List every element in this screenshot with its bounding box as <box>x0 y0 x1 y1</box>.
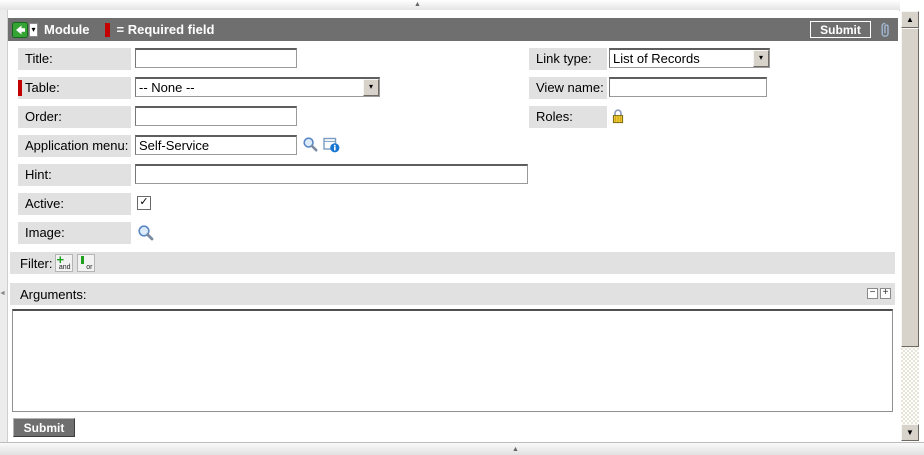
context-menu-caret-icon[interactable]: ▾ <box>29 23 38 37</box>
left-splitter[interactable]: ◄ <box>0 10 8 442</box>
submit-button-footer[interactable]: Submit <box>13 418 75 437</box>
attachment-paperclip-icon[interactable] <box>878 21 893 42</box>
filter-and-button[interactable]: + and <box>55 254 73 272</box>
label-application-menu: Application menu: <box>18 135 131 157</box>
table-select[interactable]: -- None -- ▾ <box>135 77 380 97</box>
application-menu-reference-icon[interactable] <box>323 136 340 156</box>
top-splitter-collapse-icon[interactable]: ▲ <box>414 1 421 8</box>
link-type-select[interactable]: List of Records ▾ <box>609 48 770 68</box>
label-image: Image: <box>18 222 131 244</box>
label-title: Title: <box>18 48 131 70</box>
or-label: or <box>86 264 92 271</box>
link-type-select-caret-icon[interactable]: ▾ <box>753 50 769 67</box>
form-title: Module <box>44 22 90 37</box>
bottom-splitter-collapse-icon[interactable]: ▲ <box>512 446 519 453</box>
app-window: ▲ ◄ ▲ ▲ ▼ ▾ Module = Required field Sub <box>0 0 924 455</box>
filter-bar: Filter: + and or <box>10 252 895 274</box>
filter-or-button[interactable]: or <box>77 254 95 272</box>
required-legend: = Required field <box>117 22 215 37</box>
back-icon[interactable] <box>12 22 28 38</box>
submit-button-header[interactable]: Submit <box>810 21 871 38</box>
form-header: ▾ Module = Required field Submit <box>8 18 898 41</box>
scroll-up-button[interactable]: ▲ <box>901 11 919 28</box>
roles-lock-icon[interactable] <box>611 108 625 127</box>
bottom-splitter[interactable]: ▲ <box>0 442 924 455</box>
active-checkbox[interactable]: ✓ <box>137 196 151 210</box>
collapse-icon[interactable]: − <box>867 288 878 299</box>
order-input[interactable] <box>135 106 297 126</box>
add-or-condition-icon <box>81 256 84 264</box>
table-select-value: -- None -- <box>136 80 363 95</box>
filter-label: Filter: <box>20 256 53 271</box>
required-marker <box>105 23 110 37</box>
image-search-icon[interactable] <box>137 224 155 245</box>
label-view-name: View name: <box>529 77 607 99</box>
label-order: Order: <box>18 106 131 128</box>
hint-input[interactable] <box>135 164 528 184</box>
scroll-down-button[interactable]: ▼ <box>901 424 919 441</box>
table-select-caret-icon[interactable]: ▾ <box>363 79 379 96</box>
required-field-marker <box>18 80 22 96</box>
scrollbar-thumb[interactable] <box>901 28 919 347</box>
form-pane: ▾ Module = Required field Submit Title: … <box>8 10 899 442</box>
label-link-type: Link type: <box>529 48 607 70</box>
arguments-textarea[interactable] <box>12 309 893 412</box>
arguments-header-bar: Arguments: − + <box>10 283 895 305</box>
title-input[interactable] <box>135 48 297 68</box>
label-table-text: Table: <box>25 80 60 95</box>
label-active: Active: <box>18 193 131 215</box>
label-roles: Roles: <box>529 106 607 128</box>
vertical-scrollbar[interactable]: ▲ ▼ <box>901 11 919 441</box>
link-type-select-value: List of Records <box>610 51 753 66</box>
label-hint: Hint: <box>18 164 131 186</box>
and-label: and <box>59 264 71 271</box>
application-menu-search-icon[interactable] <box>302 136 319 156</box>
arguments-label: Arguments: <box>20 287 86 302</box>
expand-icon[interactable]: + <box>880 288 891 299</box>
label-table: Table: <box>18 77 131 99</box>
left-splitter-collapse-icon[interactable]: ◄ <box>0 290 6 297</box>
view-name-input[interactable] <box>609 77 767 97</box>
scrollbar-track[interactable] <box>901 28 919 424</box>
application-menu-input[interactable] <box>135 135 297 155</box>
